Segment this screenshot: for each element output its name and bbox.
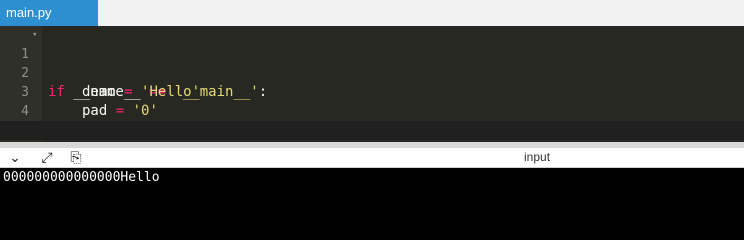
console-output: 000000000000000Hello xyxy=(3,170,160,185)
input-label[interactable]: input xyxy=(524,148,550,168)
code-line-6[interactable]: 6 print(a) xyxy=(0,121,744,140)
code-line-5[interactable]: 5 a = format(demo, pad + '>' + str(len))… xyxy=(0,102,744,142)
tab-bar: main.py xyxy=(0,0,744,26)
code-line-2[interactable]: 2 demo = 'Hello' xyxy=(0,45,744,100)
expand-icon[interactable]: ⤢ xyxy=(38,149,56,167)
output-console[interactable]: 000000000000000Hello xyxy=(0,168,744,215)
share-icon[interactable]: ⎘ xyxy=(67,149,85,167)
console-toolbar: ⌄ ⤢ ⎘ input xyxy=(0,148,744,168)
chevron-down-icon[interactable]: ⌄ xyxy=(6,149,24,167)
tab-main-py[interactable]: main.py xyxy=(0,0,98,26)
code-line-4[interactable]: 4 len = 20 xyxy=(0,83,744,138)
code-line-3[interactable]: 3 pad = '0' xyxy=(0,64,744,119)
code-line-1[interactable]: 1 ▾ if __name__ == '__main__': xyxy=(0,26,744,100)
fold-arrow-icon[interactable]: ▾ xyxy=(32,26,37,45)
code-editor[interactable]: 1 ▾ if __name__ == '__main__': 2 demo = … xyxy=(0,26,744,142)
ide-window: main.py 1 ▾ if __name__ == '__main__': 2… xyxy=(0,0,744,215)
